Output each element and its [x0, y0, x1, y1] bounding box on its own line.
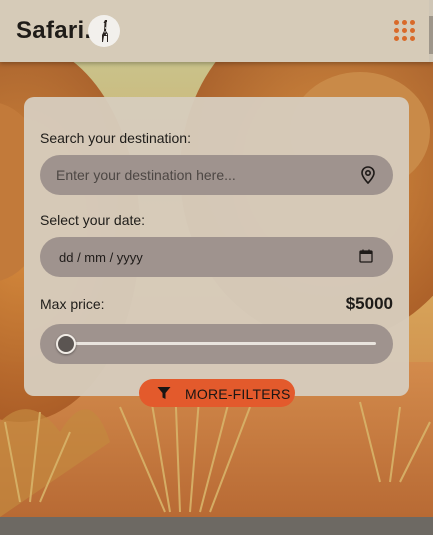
scrollbar[interactable]	[429, 0, 433, 62]
date-value: dd / mm / yyyy	[59, 250, 143, 265]
more-filters-label: MORE-FILTERS	[185, 386, 291, 402]
search-panel: Search your destination: Enter your dest…	[24, 97, 409, 396]
brand-logo-text[interactable]: Safari.	[16, 17, 91, 45]
destination-placeholder: Enter your destination here...	[56, 167, 236, 183]
price-label: Max price:	[40, 296, 105, 312]
grid-menu-icon[interactable]	[394, 20, 415, 41]
footer-strip	[0, 517, 433, 535]
calendar-icon[interactable]	[359, 249, 373, 268]
location-pin-icon[interactable]	[360, 166, 376, 189]
destination-input[interactable]: Enter your destination here...	[40, 155, 393, 195]
top-header: Safari.	[0, 0, 433, 62]
more-filters-button[interactable]: MORE-FILTERS	[139, 379, 295, 407]
date-input[interactable]: dd / mm / yyyy	[40, 237, 393, 277]
price-slider[interactable]	[40, 324, 393, 364]
date-label: Select your date:	[40, 212, 146, 228]
slider-track[interactable]	[66, 342, 376, 345]
price-value: $5000	[345, 294, 393, 313]
filter-funnel-icon	[157, 386, 171, 405]
slider-thumb[interactable]	[56, 334, 76, 354]
giraffe-icon	[88, 15, 120, 47]
destination-label: Search your destination:	[40, 130, 191, 146]
